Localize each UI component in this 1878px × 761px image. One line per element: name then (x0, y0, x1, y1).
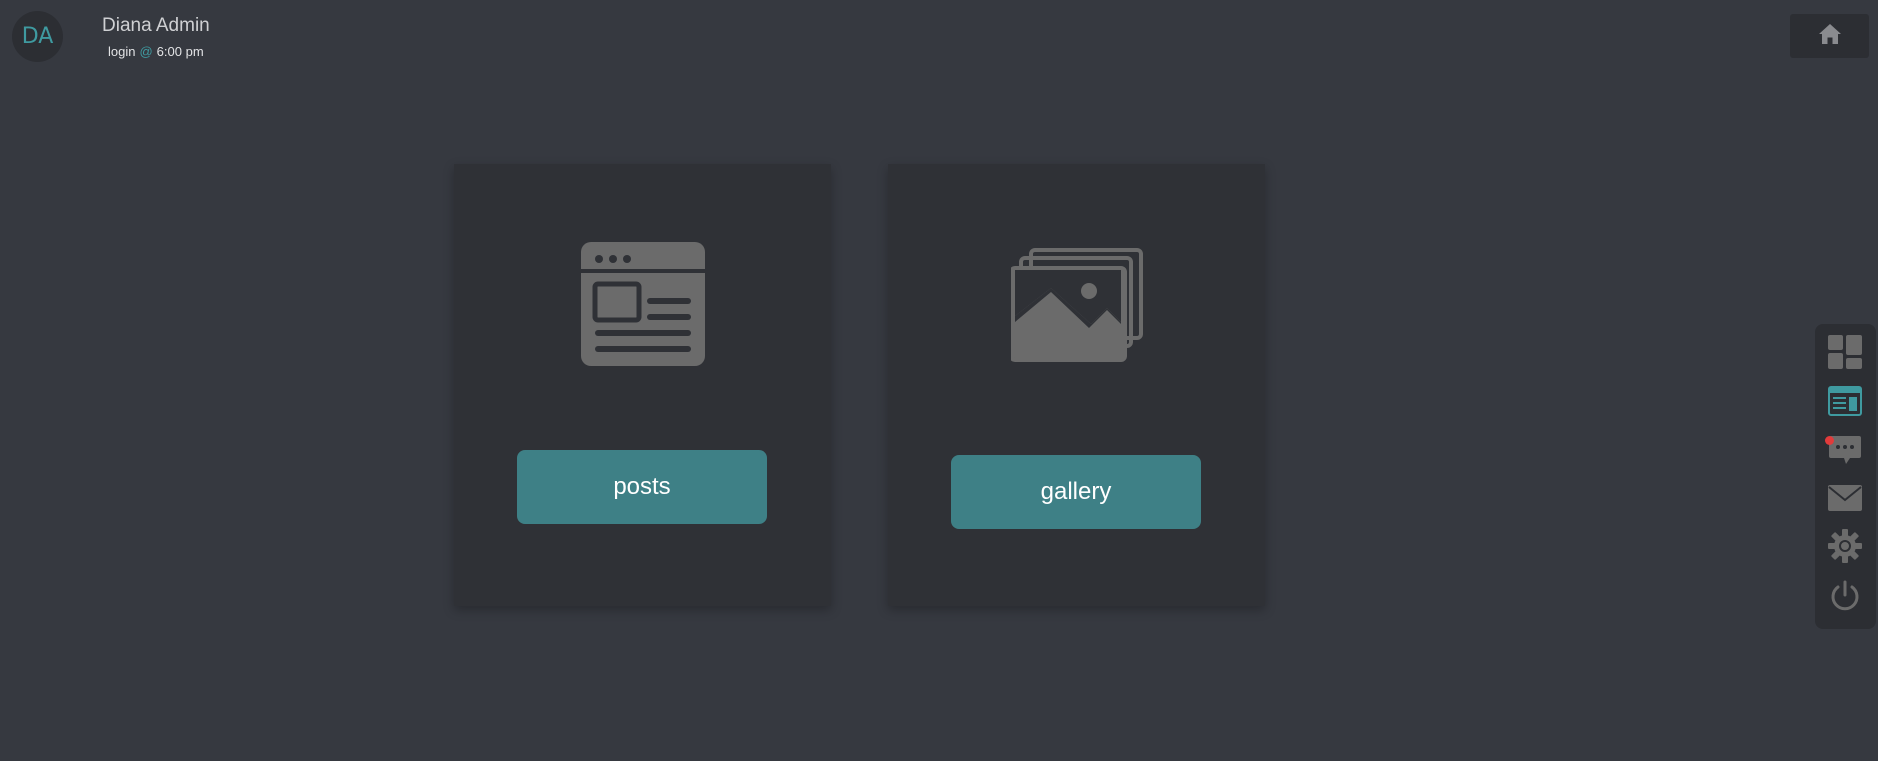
home-icon (1818, 23, 1842, 50)
side-nav-dashboard[interactable] (1827, 334, 1863, 374)
avatar-initials: DA (21, 24, 54, 49)
login-time: 6:00 pm (156, 44, 204, 59)
login-label: login (108, 44, 136, 59)
side-nav-logout[interactable] (1827, 580, 1863, 616)
posts-button[interactable]: posts (517, 450, 767, 524)
chat-notification-badge (1825, 436, 1834, 445)
user-name: Diana Admin (102, 15, 210, 36)
posts-icon (1828, 385, 1862, 421)
settings-icon (1828, 528, 1862, 568)
news-article-icon (581, 242, 705, 371)
side-nav-posts[interactable] (1827, 385, 1863, 421)
side-nav-settings[interactable] (1827, 528, 1863, 568)
mail-icon (1828, 484, 1862, 516)
gallery-card: gallery (888, 164, 1265, 606)
login-info: login @6:00 pm (108, 44, 204, 59)
dashboard-page: DA Diana Admin login @6:00 pm posts gall… (0, 0, 1878, 761)
gallery-button[interactable]: gallery (951, 455, 1201, 529)
home-button[interactable] (1790, 14, 1869, 58)
side-nav-mail[interactable] (1827, 482, 1863, 518)
image-gallery-icon (1009, 246, 1145, 367)
at-symbol: @ (139, 44, 153, 59)
avatar[interactable]: DA (12, 11, 63, 62)
power-icon (1829, 580, 1861, 617)
posts-card: posts (454, 164, 831, 606)
dashboard-icon (1828, 334, 1862, 374)
side-nav (1815, 324, 1876, 629)
